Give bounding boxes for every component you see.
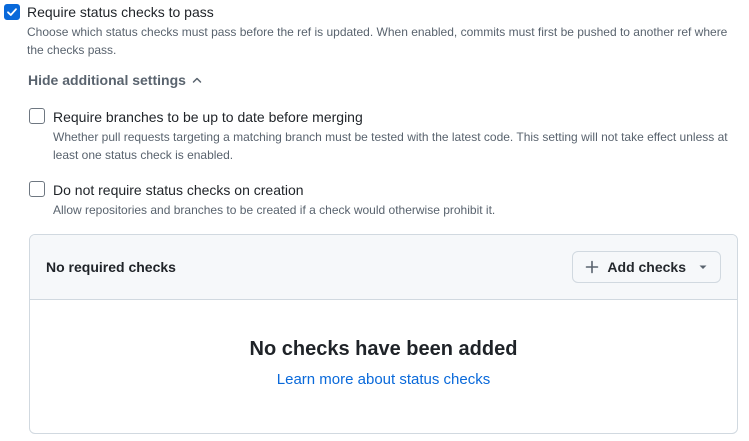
plus-icon [586, 260, 599, 274]
learn-more-status-checks-link[interactable]: Learn more about status checks [277, 371, 490, 388]
skip-on-creation-checkbox[interactable] [29, 181, 45, 197]
no-checks-empty-state: No checks have been added Learn more abo… [30, 300, 737, 389]
caret-down-icon [699, 265, 707, 269]
hide-additional-settings-label: Hide additional settings [28, 72, 186, 88]
status-checks-settings: Require status checks to pass Choose whi… [0, 0, 749, 441]
empty-state-title: No checks have been added [249, 338, 518, 360]
add-checks-label: Add checks [607, 259, 686, 275]
require-up-to-date-label[interactable]: Require branches to be up to date before… [53, 108, 363, 126]
required-checks-title: No required checks [46, 259, 176, 275]
require-status-checks-description: Choose which status checks must pass bef… [27, 25, 728, 57]
skip-on-creation-description: Allow repositories and branches to be cr… [53, 203, 496, 217]
require-status-checks-label[interactable]: Require status checks to pass [27, 3, 214, 21]
check-icon [7, 8, 17, 16]
required-checks-panel: No required checks Add checks No checks … [29, 234, 738, 434]
skip-on-creation-label[interactable]: Do not require status checks on creation [53, 181, 304, 199]
chevron-up-icon [192, 77, 202, 83]
hide-additional-settings-toggle[interactable]: Hide additional settings [28, 72, 203, 88]
require-up-to-date-description: Whether pull requests targeting a matchi… [53, 130, 728, 162]
add-checks-button[interactable]: Add checks [572, 251, 721, 283]
required-checks-header: No required checks Add checks [30, 235, 737, 300]
require-up-to-date-row[interactable]: Require branches to be up to date before… [29, 108, 363, 126]
require-up-to-date-checkbox[interactable] [29, 108, 45, 124]
require-status-checks-row[interactable]: Require status checks to pass [4, 4, 214, 21]
require-status-checks-checkbox[interactable] [4, 4, 20, 20]
skip-on-creation-row[interactable]: Do not require status checks on creation [29, 181, 304, 199]
